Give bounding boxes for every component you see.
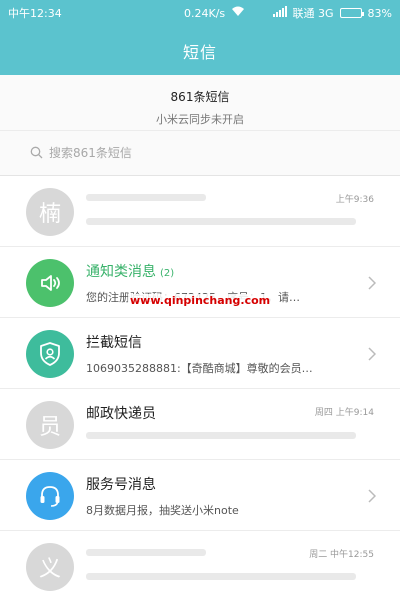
avatar: 义 <box>26 543 74 591</box>
search-input[interactable] <box>49 146 349 160</box>
network-speed: 0.24K/s <box>184 6 226 20</box>
status-bar: 中午12:34 0.24K/s 联通 3G 83% <box>0 0 400 26</box>
headset-icon <box>26 472 74 520</box>
status-time: 中午12:34 <box>8 7 62 20</box>
wifi-icon <box>231 6 245 20</box>
conversation-row-service[interactable]: 服务号消息 8月数据月报，抽奖送小米note <box>0 460 400 531</box>
conversation-title-text: 通知类消息 <box>86 264 156 280</box>
battery-icon <box>339 8 364 18</box>
conversation-row-courier[interactable]: 员 邮政快递员 周四 上午9:14 <box>0 389 400 460</box>
conversation-preview: 8月数据月报，抽奖送小米note <box>86 504 239 517</box>
status-center: 0.24K/s <box>184 0 245 26</box>
carrier-label: 联通 3G <box>292 7 334 20</box>
conversation-title: 通知类消息 (2) <box>86 261 174 281</box>
message-count: 861条短信 <box>170 90 230 104</box>
search-bar[interactable] <box>0 130 400 176</box>
redacted-title <box>86 549 206 556</box>
site-watermark: www.qinpinchang.com <box>128 294 273 307</box>
speaker-icon <box>26 259 74 307</box>
conversation-title: 拦截短信 <box>86 335 142 351</box>
signal-icon <box>272 6 287 20</box>
status-right: 联通 3G 83% <box>272 5 392 21</box>
conversation-preview: 1069035288881:【奇酷商城】尊敬的会员… <box>86 362 313 375</box>
conversation-list: 楠 上午9:36 通知类消息(2) 您的注册验证码：672425，序号：1，请… <box>0 176 400 600</box>
page-title: 短信 <box>182 42 217 62</box>
shield-user-icon <box>26 330 74 378</box>
conversation-row-blocked[interactable]: 拦截短信 1069035288881:【奇酷商城】尊敬的会员… <box>0 318 400 389</box>
chevron-right-icon <box>368 488 377 503</box>
chevron-right-icon <box>368 346 377 361</box>
conversation-title: 服务号消息 <box>86 477 156 493</box>
search-icon <box>30 144 43 163</box>
battery-percent: 83% <box>367 6 392 20</box>
cloud-sync-status: 小米云同步未开启 <box>156 113 244 126</box>
conversation-title: 邮政快递员 <box>86 406 156 422</box>
app-header: 中午12:34 0.24K/s 联通 3G 83% 短信 <box>0 0 400 75</box>
avatar: 员 <box>26 401 74 449</box>
redacted-preview <box>86 218 356 225</box>
redacted-preview <box>86 573 356 580</box>
redacted-title <box>86 194 206 201</box>
conversation-time: 周二 中午12:55 <box>309 550 374 560</box>
conversation-time: 上午9:36 <box>335 195 374 205</box>
conversation-row-notifications[interactable]: 通知类消息(2) 您的注册验证码：672425，序号：1，请… <box>0 247 400 318</box>
message-summary: 861条短信 小米云同步未开启 <box>0 75 400 130</box>
redacted-preview <box>86 432 356 439</box>
chevron-right-icon <box>368 275 377 290</box>
conversation-time: 周四 上午9:14 <box>314 408 374 418</box>
conversation-row-contact-2[interactable]: 义 周二 中午12:55 <box>0 531 400 600</box>
conversation-row-contact-1[interactable]: 楠 上午9:36 <box>0 176 400 247</box>
unread-badge: (2) <box>160 268 175 279</box>
avatar: 楠 <box>26 188 74 236</box>
